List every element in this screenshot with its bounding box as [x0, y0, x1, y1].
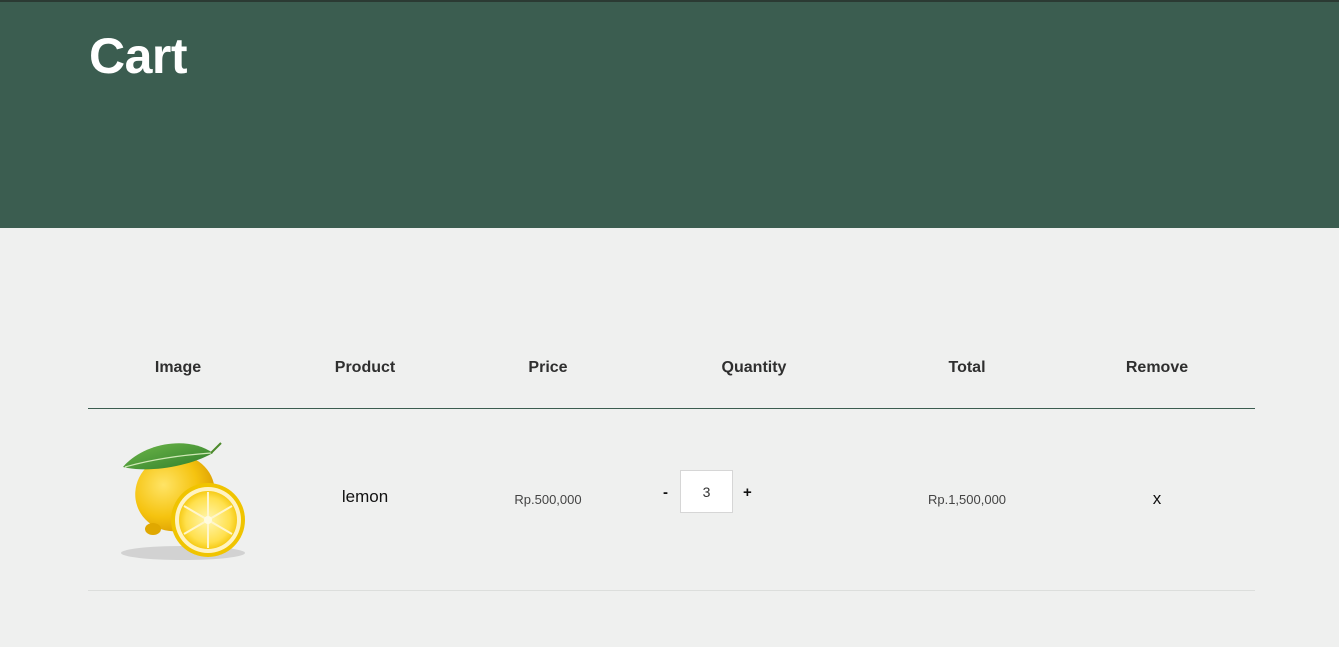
line-total: Rp.1,500,000 [927, 492, 1007, 507]
column-header-total: Total [948, 359, 986, 376]
column-header-image: Image [154, 359, 202, 376]
column-header-quantity: Quantity [721, 359, 787, 376]
quantity-decrease-button[interactable]: - [663, 484, 668, 502]
page-header: Cart [0, 0, 1339, 228]
product-name: lemon [341, 487, 389, 506]
column-header-remove: Remove [1125, 359, 1189, 376]
column-header-price: Price [528, 359, 568, 376]
top-border [0, 0, 1339, 2]
column-header-product: Product [334, 359, 396, 376]
table-header: Image Product Price Quantity Total Remov… [88, 340, 1255, 409]
remove-item-button[interactable]: x [1153, 489, 1162, 509]
quantity-increase-button[interactable]: + [743, 484, 752, 502]
quantity-input[interactable] [680, 470, 733, 513]
page-title: Cart [89, 28, 188, 84]
product-price: Rp.500,000 [514, 492, 582, 507]
lemon-product-image [103, 433, 253, 568]
table-row: lemon Rp.500,000 - + Rp.1,500,000 x [88, 409, 1255, 591]
cart-table: Image Product Price Quantity Total Remov… [88, 340, 1255, 591]
